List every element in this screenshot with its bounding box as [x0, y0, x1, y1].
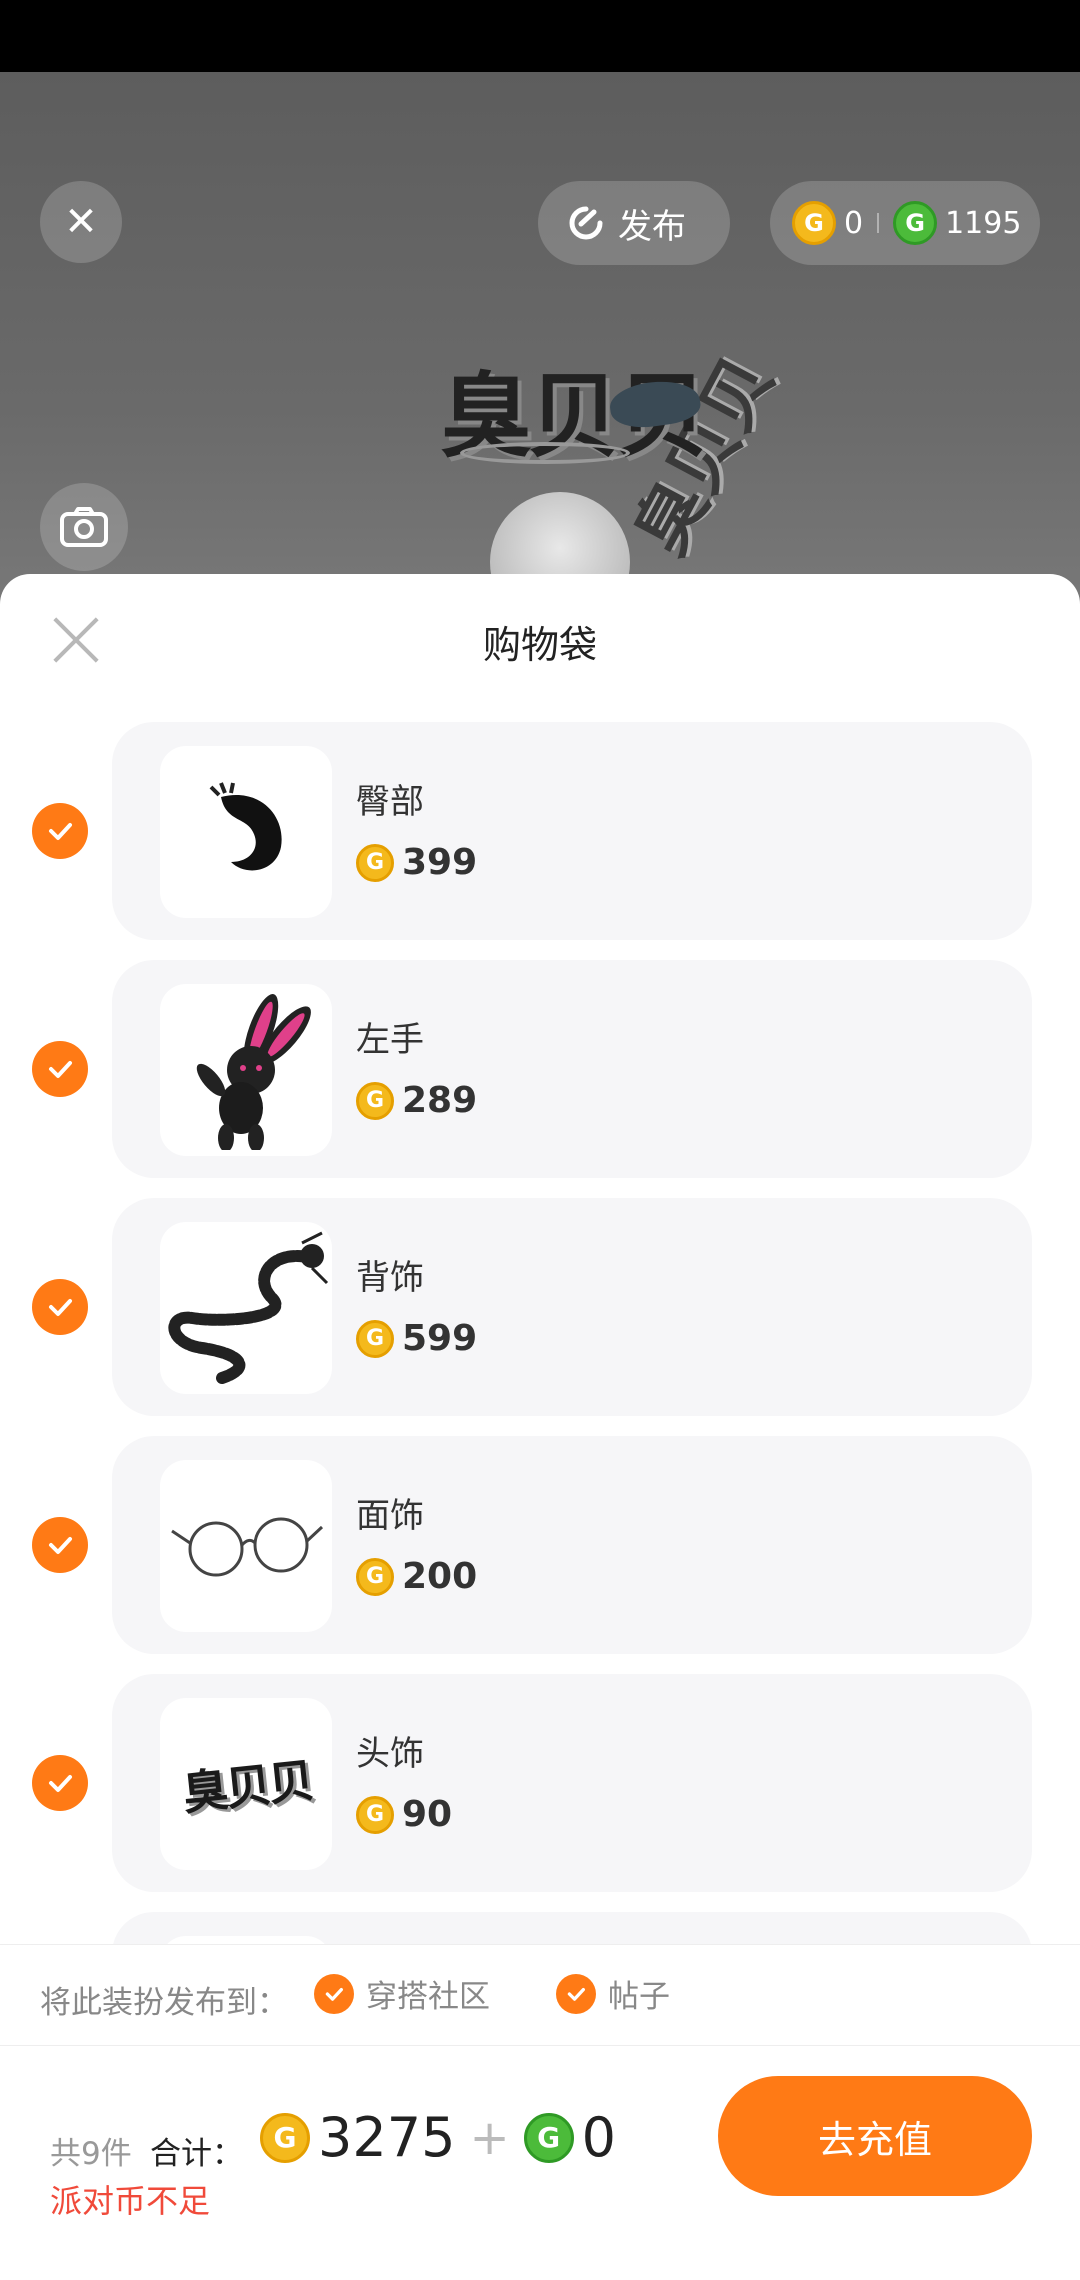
close-icon: ✕: [64, 199, 98, 245]
item-name: 面饰: [356, 1496, 424, 1536]
item-thumbnail: [160, 1222, 332, 1394]
green-balance: 1195: [945, 205, 1022, 241]
item-checkbox[interactable]: [32, 803, 88, 859]
item-name: 臀部: [356, 782, 424, 822]
publish-button[interactable]: 发布: [538, 181, 730, 265]
gold-coin-icon: G: [260, 2112, 310, 2163]
item-name: 左手: [356, 1020, 424, 1060]
total-label: 合计：: [150, 2136, 243, 2172]
list-item[interactable]: 臀部 G 399: [0, 722, 1080, 940]
headwear-text-thumbnail: 臭贝贝: [179, 1753, 314, 1821]
item-price: G 90: [356, 1794, 452, 1835]
check-icon: [49, 1061, 72, 1078]
tail-icon: [209, 782, 282, 871]
publish-label: 发布: [618, 206, 686, 247]
item-thumbnail: [160, 746, 332, 918]
gold-balance: 0: [844, 205, 864, 241]
item-price: G 599: [356, 1318, 477, 1359]
list-item[interactable]: 背饰 G 599: [0, 1198, 1080, 1416]
recharge-button[interactable]: 去充值: [718, 2076, 1032, 2196]
check-icon: [49, 823, 72, 840]
list-item[interactable]: [0, 1912, 1080, 1944]
item-count: 共9件: [50, 2136, 132, 2172]
check-icon: [49, 1537, 72, 1554]
item-thumbnail: [160, 1936, 332, 1944]
item-price: G 399: [356, 842, 477, 883]
item-card[interactable]: 臀部 G 399: [112, 722, 1032, 940]
gold-coin-icon: G: [356, 1081, 394, 1120]
gold-coin-icon: G: [356, 1319, 394, 1358]
green-coin-icon: G: [893, 201, 938, 245]
item-price: G 289: [356, 1080, 477, 1121]
price-value: 599: [402, 1318, 478, 1359]
publish-option-post[interactable]: 帖子: [556, 1971, 670, 2016]
item-card[interactable]: 左手 G 289: [112, 960, 1032, 1178]
item-checkbox[interactable]: [32, 1517, 88, 1573]
gold-coin-icon: G: [356, 1795, 394, 1834]
list-item[interactable]: 左手 G 289: [0, 960, 1080, 1178]
check-icon: [49, 1299, 72, 1316]
item-thumbnail: [160, 984, 332, 1156]
publish-option-community[interactable]: 穿搭社区: [314, 1971, 490, 2016]
item-name: 头饰: [356, 1734, 424, 1774]
check-icon: [556, 1973, 596, 2014]
publish-destination-row: 将此装扮发布到： 穿搭社区 帖子: [0, 1944, 1080, 2046]
price-value: 289: [402, 1080, 478, 1121]
item-checkbox[interactable]: [32, 1279, 88, 1335]
shopping-bag-sheet: 购物袋 臀部 G 399 左手 G 289 背饰 G 599 面饰 G 200 …: [0, 574, 1080, 2280]
sheet-title: 购物袋: [482, 623, 597, 667]
gold-coin-icon: G: [356, 843, 394, 882]
option-label: 帖子: [608, 1979, 670, 2015]
publish-destination-label: 将此装扮发布到：: [40, 1985, 288, 2021]
status-bar: [0, 0, 1080, 72]
price-value: 399: [402, 842, 478, 883]
halo-decoration: [460, 442, 630, 464]
list-item[interactable]: 面饰 G 200: [0, 1436, 1080, 1654]
gold-total: 3275: [318, 2106, 456, 2169]
item-card[interactable]: 背饰 G 599: [112, 1198, 1032, 1416]
check-icon: [314, 1973, 354, 2014]
item-name: 背饰: [356, 1258, 424, 1298]
item-card[interactable]: [112, 1912, 1032, 1944]
item-price: G 200: [356, 1556, 477, 1597]
glasses-icon: [171, 1517, 324, 1577]
item-thumbnail: 臭贝贝: [160, 1698, 332, 1870]
camera-button[interactable]: [40, 483, 128, 571]
dragon-icon: [168, 1231, 329, 1384]
total-amount: G 3275 + G 0: [260, 2106, 616, 2169]
check-icon: [49, 1775, 72, 1792]
balance-divider: [877, 213, 880, 233]
bunny-plush-icon: [196, 994, 311, 1150]
balance-pill[interactable]: G 0 G 1195: [770, 181, 1040, 265]
item-checkbox[interactable]: [32, 1041, 88, 1097]
publish-icon: [569, 206, 603, 240]
green-total: 0: [581, 2106, 617, 2169]
checkout-bar: 共9件 合计： G 3275 + G 0 派对币不足 去充值: [0, 2046, 1080, 2280]
item-card[interactable]: 面饰 G 200: [112, 1436, 1032, 1654]
item-card[interactable]: 臭贝贝 头饰 G 90: [112, 1674, 1032, 1892]
item-checkbox[interactable]: [32, 1755, 88, 1811]
gold-coin-icon: G: [792, 201, 836, 245]
avatar-scene: 臭贝贝 臭贝贝: [0, 72, 1080, 632]
insufficient-balance-warning: 派对币不足: [50, 2182, 211, 2220]
plus-sign: +: [469, 2109, 510, 2166]
camera-icon: [60, 507, 108, 547]
option-label: 穿搭社区: [366, 1979, 490, 2015]
green-coin-icon: G: [523, 2112, 574, 2163]
close-button[interactable]: ✕: [40, 181, 122, 263]
list-item[interactable]: 臭贝贝 头饰 G 90: [0, 1674, 1080, 1892]
price-value: 90: [402, 1794, 453, 1835]
price-value: 200: [402, 1556, 478, 1597]
item-list[interactable]: 臀部 G 399 左手 G 289 背饰 G 599 面饰 G 200 臭贝贝 …: [0, 722, 1080, 1944]
gold-coin-icon: G: [356, 1557, 394, 1596]
item-thumbnail: [160, 1460, 332, 1632]
